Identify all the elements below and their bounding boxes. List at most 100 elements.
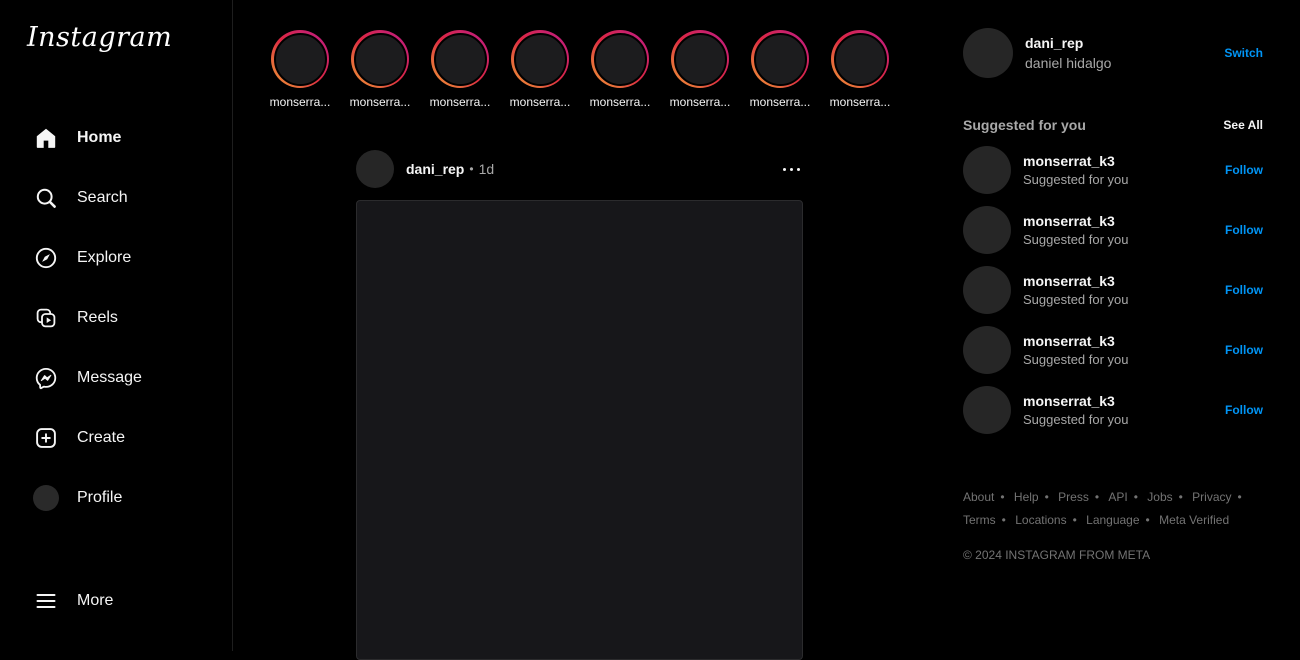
home-icon xyxy=(33,125,59,151)
suggestion-row: monserrat_k3 Suggested for you Follow xyxy=(963,386,1263,434)
current-account-username[interactable]: dani_rep xyxy=(1025,35,1111,51)
footer-separator: • xyxy=(1000,490,1004,504)
story-ring xyxy=(271,30,329,88)
sidebar-item-label: Home xyxy=(77,129,121,147)
sidebar-item-label: Search xyxy=(77,189,128,207)
story-item[interactable]: monserra... xyxy=(580,30,660,109)
suggestion-row: monserrat_k3 Suggested for you Follow xyxy=(963,206,1263,254)
footer-link-press[interactable]: Press xyxy=(1058,490,1089,504)
follow-button[interactable]: Follow xyxy=(1225,283,1263,297)
footer-link-locations[interactable]: Locations xyxy=(1015,513,1066,527)
sidebar-item-label: Reels xyxy=(77,309,118,327)
follow-button[interactable]: Follow xyxy=(1225,403,1263,417)
footer-link-terms[interactable]: Terms xyxy=(963,513,996,527)
suggestion-names: monserrat_k3 Suggested for you xyxy=(1023,393,1129,427)
suggestion-avatar[interactable] xyxy=(963,206,1011,254)
story-username: monserra... xyxy=(350,95,411,109)
menu-icon xyxy=(33,588,59,614)
suggestion-names: monserrat_k3 Suggested for you xyxy=(1023,273,1129,307)
footer-separator: • xyxy=(1179,490,1183,504)
suggestion-row: monserrat_k3 Suggested for you Follow xyxy=(963,266,1263,314)
messenger-icon xyxy=(33,365,59,391)
post-age: 1d xyxy=(479,161,495,177)
post-header: dani_rep • 1d xyxy=(356,150,803,188)
instagram-logo[interactable]: Instagram xyxy=(27,22,172,53)
story-item[interactable]: monserra... xyxy=(500,30,580,109)
sidebar-item-create[interactable]: Create xyxy=(0,414,231,462)
sidebar-item-message[interactable]: Message xyxy=(0,354,231,402)
reels-icon xyxy=(33,305,59,331)
suggestions-header: Suggested for you See All xyxy=(963,117,1263,133)
sidebar-item-reels[interactable]: Reels xyxy=(0,294,231,342)
footer-link-meta-verified[interactable]: Meta Verified xyxy=(1159,513,1229,527)
story-avatar xyxy=(754,33,807,86)
footer-link-jobs[interactable]: Jobs xyxy=(1147,490,1172,504)
sidebar: Instagram Home Search Explore Reels xyxy=(0,0,233,651)
copyright-text: © 2024 INSTAGRAM FROM META xyxy=(963,548,1150,562)
story-item[interactable]: monserra... xyxy=(420,30,500,109)
suggestion-names: monserrat_k3 Suggested for you xyxy=(1023,213,1129,247)
suggestion-username[interactable]: monserrat_k3 xyxy=(1023,153,1129,169)
sidebar-item-home[interactable]: Home xyxy=(0,114,231,162)
story-item[interactable]: monserra... xyxy=(660,30,740,109)
suggestion-avatar[interactable] xyxy=(963,266,1011,314)
suggestion-row: monserrat_k3 Suggested for you Follow xyxy=(963,146,1263,194)
story-item[interactable]: monserra... xyxy=(340,30,420,109)
suggestion-avatar[interactable] xyxy=(963,146,1011,194)
story-item[interactable]: monserra... xyxy=(820,30,900,109)
footer-separator: • xyxy=(1002,513,1006,527)
suggestion-username[interactable]: monserrat_k3 xyxy=(1023,213,1129,229)
stories-tray: monserra... monserra... monserra... mons… xyxy=(260,30,900,109)
sidebar-item-label: Explore xyxy=(77,249,131,267)
suggestion-subtitle: Suggested for you xyxy=(1023,172,1129,187)
footer-link-language[interactable]: Language xyxy=(1086,513,1139,527)
suggestion-avatar[interactable] xyxy=(963,326,1011,374)
suggestion-subtitle: Suggested for you xyxy=(1023,292,1129,307)
suggestion-subtitle: Suggested for you xyxy=(1023,232,1129,247)
post-media[interactable] xyxy=(356,200,803,660)
post-author-username[interactable]: dani_rep xyxy=(406,161,464,177)
suggestion-names: monserrat_k3 Suggested for you xyxy=(1023,333,1129,367)
sidebar-item-label: Message xyxy=(77,369,142,387)
post-author-avatar[interactable] xyxy=(356,150,394,188)
story-ring xyxy=(671,30,729,88)
follow-button[interactable]: Follow xyxy=(1225,343,1263,357)
story-ring xyxy=(591,30,649,88)
story-username: monserra... xyxy=(750,95,811,109)
suggestion-username[interactable]: monserrat_k3 xyxy=(1023,393,1129,409)
story-ring xyxy=(751,30,809,88)
sidebar-item-search[interactable]: Search xyxy=(0,174,231,222)
post-separator-dot: • xyxy=(469,162,473,176)
suggestion-username[interactable]: monserrat_k3 xyxy=(1023,273,1129,289)
suggestion-avatar[interactable] xyxy=(963,386,1011,434)
create-icon xyxy=(33,425,59,451)
current-account-avatar[interactable] xyxy=(963,28,1013,78)
sidebar-item-explore[interactable]: Explore xyxy=(0,234,231,282)
sidebar-item-more[interactable]: More xyxy=(0,577,231,625)
story-avatar xyxy=(514,33,567,86)
story-ring xyxy=(831,30,889,88)
story-item[interactable]: monserra... xyxy=(260,30,340,109)
current-account-row: dani_rep daniel hidalgo Switch xyxy=(963,28,1263,78)
footer-link-about[interactable]: About xyxy=(963,490,994,504)
suggestion-subtitle: Suggested for you xyxy=(1023,352,1129,367)
suggestion-username[interactable]: monserrat_k3 xyxy=(1023,333,1129,349)
follow-button[interactable]: Follow xyxy=(1225,163,1263,177)
more-options-icon[interactable] xyxy=(780,160,803,179)
story-avatar xyxy=(834,33,887,86)
footer-link-privacy[interactable]: Privacy xyxy=(1192,490,1231,504)
story-item[interactable]: monserra... xyxy=(740,30,820,109)
sidebar-nav: Home Search Explore Reels Message xyxy=(0,114,231,534)
sidebar-item-label: Create xyxy=(77,429,125,447)
compass-icon xyxy=(33,245,59,271)
story-username: monserra... xyxy=(670,95,731,109)
switch-account-button[interactable]: Switch xyxy=(1224,46,1263,60)
footer-link-api[interactable]: API xyxy=(1108,490,1127,504)
footer-link-help[interactable]: Help xyxy=(1014,490,1039,504)
see-all-button[interactable]: See All xyxy=(1223,118,1263,132)
follow-button[interactable]: Follow xyxy=(1225,223,1263,237)
story-ring xyxy=(351,30,409,88)
sidebar-item-profile[interactable]: Profile xyxy=(0,474,231,522)
story-ring xyxy=(511,30,569,88)
feed-post: dani_rep • 1d xyxy=(356,150,803,660)
